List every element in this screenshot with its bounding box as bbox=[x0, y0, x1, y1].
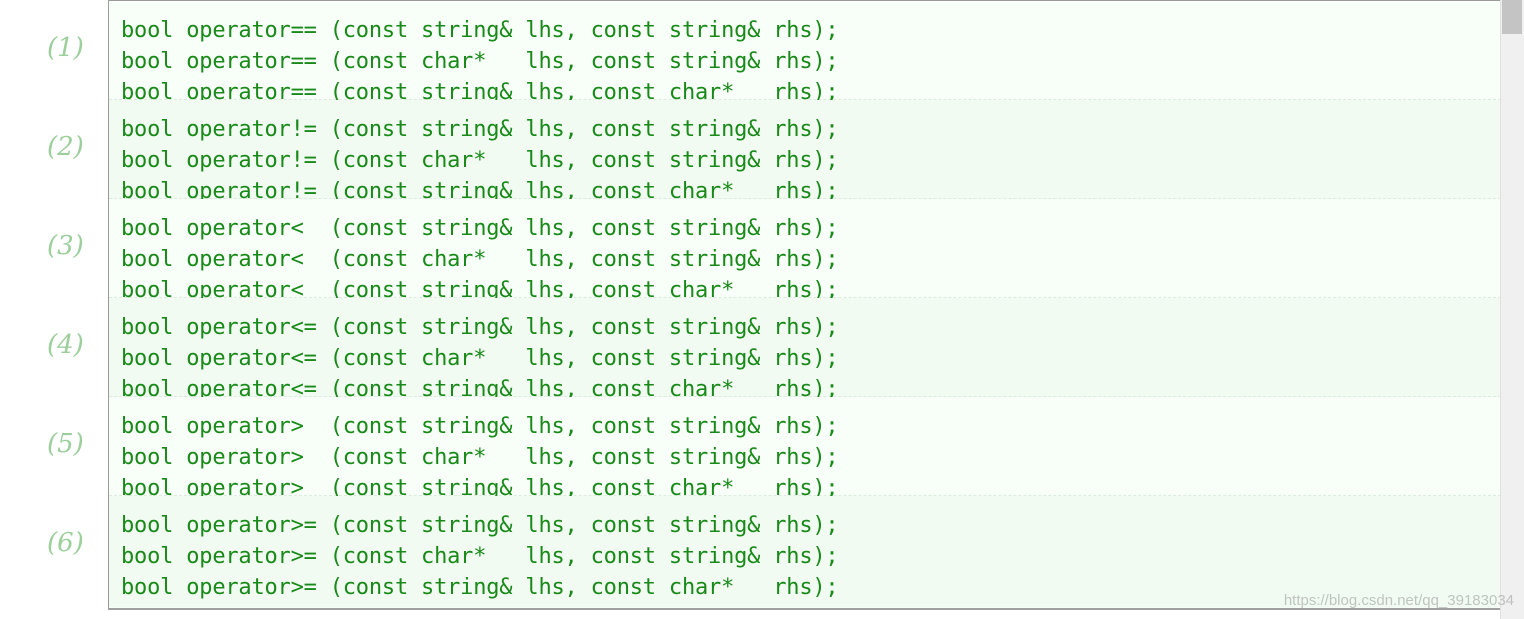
group-number: (6) bbox=[47, 528, 84, 558]
overload-group-1: (1) bool operator== (const string& lhs, … bbox=[47, 1, 1501, 105]
overload-group-5: (5) bool operator> (const string& lhs, c… bbox=[47, 397, 1501, 501]
code-line: bool operator!= (const string& lhs, cons… bbox=[121, 117, 839, 142]
group-number: (4) bbox=[47, 330, 84, 360]
overload-group-6: (6) bool operator>= (const string& lhs, … bbox=[47, 496, 1501, 607]
group-number: (2) bbox=[47, 132, 84, 162]
overload-group-3: (3) bool operator< (const string& lhs, c… bbox=[47, 199, 1501, 303]
code-line: bool operator<= (const char* lhs, const … bbox=[121, 346, 839, 371]
overload-group-2: (2) bool operator!= (const string& lhs, … bbox=[47, 100, 1501, 204]
code-line: bool operator>= (const string& lhs, cons… bbox=[121, 513, 839, 538]
code-line: bool operator>= (const char* lhs, const … bbox=[121, 544, 839, 569]
code-line: bool operator!= (const char* lhs, const … bbox=[121, 148, 839, 173]
overload-group-4: (4) bool operator<= (const string& lhs, … bbox=[47, 298, 1501, 402]
code-line: bool operator<= (const string& lhs, cons… bbox=[121, 315, 839, 340]
code-line: bool operator== (const char* lhs, const … bbox=[121, 49, 839, 74]
code-line: bool operator< (const char* lhs, const s… bbox=[121, 247, 839, 272]
code-line: bool operator>= (const string& lhs, cons… bbox=[121, 575, 839, 600]
code-box: (1) bool operator== (const string& lhs, … bbox=[47, 0, 1502, 610]
code-line: bool operator> (const char* lhs, const s… bbox=[121, 445, 839, 470]
group-number: (1) bbox=[47, 33, 84, 63]
watermark: https://blog.csdn.net/qq_39183034 bbox=[1283, 592, 1514, 609]
code-line: bool operator> (const string& lhs, const… bbox=[121, 414, 839, 439]
vertical-scrollbar[interactable] bbox=[1500, 0, 1524, 619]
scrollbar-thumb[interactable] bbox=[1502, 0, 1522, 34]
code-line: bool operator== (const string& lhs, cons… bbox=[121, 18, 839, 43]
group-number: (3) bbox=[47, 231, 84, 261]
group-number: (5) bbox=[47, 429, 84, 459]
code-line: bool operator< (const string& lhs, const… bbox=[121, 216, 839, 241]
